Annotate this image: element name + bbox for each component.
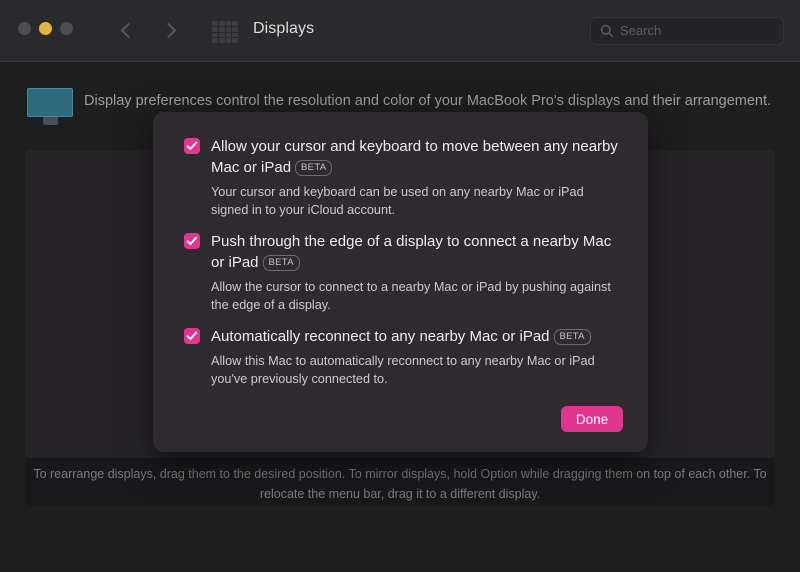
checkbox-allow-cursor-keyboard[interactable] [184,138,200,154]
checkbox-auto-reconnect[interactable] [184,328,200,344]
window-titlebar: Displays Search [0,0,800,62]
done-button[interactable]: Done [561,406,623,432]
grid-dot [225,26,232,32]
option-description: Allow the cursor to connect to a nearby … [211,280,611,312]
beta-badge: BETA [262,255,300,271]
option-row-allow-cursor-keyboard: Allow your cursor and keyboard to move b… [184,136,624,219]
grid-icon[interactable] [212,21,238,43]
grid-dot [232,38,238,43]
checkmark-icon [186,141,198,150]
option-title-text: Allow your cursor and keyboard to move b… [211,138,618,176]
navigation-arrows [117,17,181,43]
display-monitor-icon [27,88,73,126]
traffic-light-group [18,22,73,35]
beta-badge: BETA [553,329,591,345]
monitor-stand-shape [43,117,58,125]
option-title: Automatically reconnect to any nearby Ma… [211,326,624,347]
grid-dot [218,32,225,38]
search-input[interactable]: Search [590,17,784,45]
displays-preferences-window: Displays Search Display preferences cont… [0,0,800,572]
grid-dot [212,38,218,43]
grid-dot [212,26,218,32]
back-chevron-icon[interactable] [117,17,139,43]
option-description: Allow this Mac to automatically reconnec… [211,354,595,386]
minimize-button-icon[interactable] [39,22,52,35]
checkmark-icon [186,236,198,245]
option-title: Push through the edge of a display to co… [211,231,624,273]
grid-dot [218,21,225,26]
beta-badge: BETA [295,160,333,176]
checkmark-icon [186,331,198,340]
search-icon [600,24,614,38]
forward-chevron-icon[interactable] [159,17,181,43]
option-title: Allow your cursor and keyboard to move b… [211,136,624,178]
grid-dot [218,38,225,43]
grid-dot [225,32,232,38]
grid-dot [225,38,232,43]
grid-dot [218,26,225,32]
arrangement-hint-text: To rearrange displays, drag them to the … [33,467,767,501]
option-row-auto-reconnect: Automatically reconnect to any nearby Ma… [184,326,624,388]
maximize-button-icon[interactable] [60,22,73,35]
close-button-icon[interactable] [18,22,31,35]
grid-dot [212,21,218,26]
option-row-push-through-edge: Push through the edge of a display to co… [184,231,624,314]
checkbox-push-through-edge[interactable] [184,233,200,249]
universal-control-sheet: Allow your cursor and keyboard to move b… [153,112,648,452]
grid-dot [232,26,238,32]
grid-dot [232,32,238,38]
grid-dot [212,32,218,38]
grid-dot [232,21,238,26]
search-placeholder: Search [620,23,662,38]
page-title: Displays [253,20,315,37]
option-description: Your cursor and keyboard can be used on … [211,185,584,217]
option-title-text: Automatically reconnect to any nearby Ma… [211,328,550,345]
bottom-button-bar: Add Display Display Settings... Universa… [0,512,800,572]
header-description: Display preferences control the resoluti… [84,93,772,109]
grid-dot [225,21,232,26]
monitor-screen-shape [27,88,73,117]
